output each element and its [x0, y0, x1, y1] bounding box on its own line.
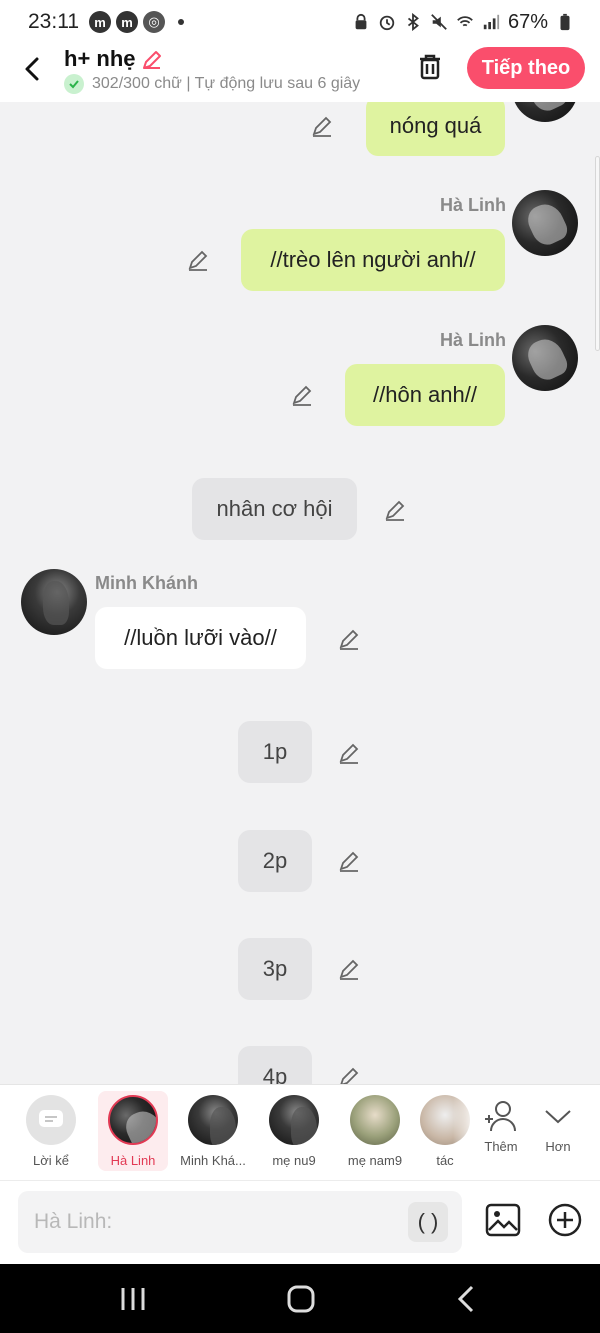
- editor-header: h+ nhẹ 302/300 chữ | Tự động lưu sau 6 g…: [0, 44, 600, 102]
- character-me-nam9[interactable]: mẹ nam9: [339, 1091, 411, 1171]
- edit-message-icon[interactable]: [337, 1065, 361, 1084]
- edit-message-icon[interactable]: [337, 627, 361, 651]
- story-title[interactable]: h+ nhẹ: [64, 46, 136, 72]
- character-narrator[interactable]: Lời kể: [15, 1091, 87, 1171]
- character-minh-khanh[interactable]: Minh Khá...: [177, 1091, 249, 1171]
- character-label: mẹ nam9: [347, 1153, 403, 1168]
- speaker-name: Hà Linh: [440, 195, 506, 215]
- bluetooth-icon: [407, 13, 419, 31]
- signal-icon: [483, 14, 500, 30]
- edit-message-icon[interactable]: [337, 849, 361, 873]
- character-label: Lời kể: [33, 1153, 69, 1168]
- saved-check-icon: [64, 74, 84, 94]
- back-nav-icon[interactable]: [448, 1282, 488, 1316]
- recent-apps-icon[interactable]: [113, 1282, 153, 1316]
- battery-percent: 67%: [507, 10, 548, 33]
- chrome-notification-icon: ◎: [143, 11, 165, 33]
- narration-bubble[interactable]: 2p: [238, 830, 312, 892]
- add-icon[interactable]: [547, 1202, 583, 1238]
- character-me-nu9[interactable]: mẹ nu9: [258, 1091, 330, 1171]
- message-input[interactable]: Hà Linh:: [18, 1191, 462, 1253]
- narration-bubble[interactable]: 3p: [238, 938, 312, 1000]
- status-bar: 23:11 m m ◎ 67%: [0, 0, 600, 44]
- edit-message-icon[interactable]: [337, 741, 361, 765]
- speaker-name: Minh Khánh: [95, 573, 198, 593]
- status-time: 23:11: [28, 10, 79, 33]
- character-avatar: [188, 1095, 238, 1145]
- word-count-autosave: 302/300 chữ | Tự động lưu sau 6 giây: [92, 75, 361, 92]
- wifi-icon: [457, 16, 473, 27]
- message-bubble[interactable]: nóng quá: [366, 102, 505, 156]
- speaker-name: Hà Linh: [440, 330, 506, 350]
- action-parentheses-button[interactable]: ( ): [408, 1202, 448, 1242]
- character-label: Minh Khá...: [180, 1153, 246, 1168]
- avatar[interactable]: [512, 102, 578, 122]
- character-avatar: [269, 1095, 319, 1145]
- app-notification-icon: m: [89, 11, 111, 33]
- message-bubble[interactable]: //luồn lưỡi vào//: [95, 607, 306, 669]
- message-bubble[interactable]: //trèo lên người anh//: [241, 229, 505, 291]
- save-status: 302/300 chữ | Tự động lưu sau 6 giây: [64, 74, 360, 94]
- lock-icon: [355, 13, 367, 30]
- message-bubble[interactable]: //hôn anh//: [345, 364, 505, 426]
- narration-bubble[interactable]: 4p: [238, 1046, 312, 1084]
- more-notifications-dot: [178, 19, 184, 25]
- image-icon[interactable]: [485, 1202, 521, 1238]
- avatar[interactable]: [512, 325, 578, 391]
- alarm-icon: [379, 15, 395, 31]
- edit-message-icon[interactable]: [310, 114, 334, 138]
- narration-bubble[interactable]: 1p: [238, 721, 312, 783]
- expand-label: Hơn: [545, 1139, 571, 1154]
- edit-message-icon[interactable]: [290, 383, 314, 407]
- trash-icon[interactable]: [413, 50, 447, 84]
- edit-message-icon[interactable]: [186, 248, 210, 272]
- edit-title-icon[interactable]: [140, 48, 164, 72]
- mute-icon: [431, 14, 447, 30]
- character-label: Hà Linh: [110, 1153, 156, 1168]
- edit-message-icon[interactable]: [383, 498, 407, 522]
- add-person-icon: [485, 1101, 516, 1132]
- home-icon[interactable]: [281, 1282, 321, 1316]
- system-nav-bar: [0, 1264, 600, 1333]
- avatar[interactable]: [512, 190, 578, 256]
- app-notification-icon: m: [116, 11, 138, 33]
- next-button[interactable]: Tiếp theo: [467, 47, 585, 89]
- battery-icon: [560, 13, 570, 31]
- expand-button[interactable]: Hơn: [525, 1091, 591, 1171]
- narrator-icon: [26, 1095, 76, 1145]
- character-avatar: [108, 1095, 158, 1145]
- chat-area[interactable]: nóng quá Hà Linh //trèo lên người anh// …: [0, 102, 600, 1084]
- character-label: mẹ nu9: [272, 1153, 316, 1168]
- scroll-handle[interactable]: [595, 156, 600, 351]
- back-arrow-icon[interactable]: [18, 54, 48, 84]
- character-ha-linh[interactable]: Hà Linh: [98, 1091, 168, 1171]
- character-bar: Lời kể Hà Linh Minh Khá... mẹ nu9 mẹ nam…: [0, 1084, 600, 1181]
- input-bar: Hà Linh: ( ): [0, 1180, 600, 1264]
- avatar[interactable]: [21, 569, 87, 635]
- narration-bubble[interactable]: nhân cơ hội: [192, 478, 357, 540]
- edit-message-icon[interactable]: [337, 957, 361, 981]
- character-avatar: [350, 1095, 400, 1145]
- chevron-down-icon: [545, 1110, 571, 1124]
